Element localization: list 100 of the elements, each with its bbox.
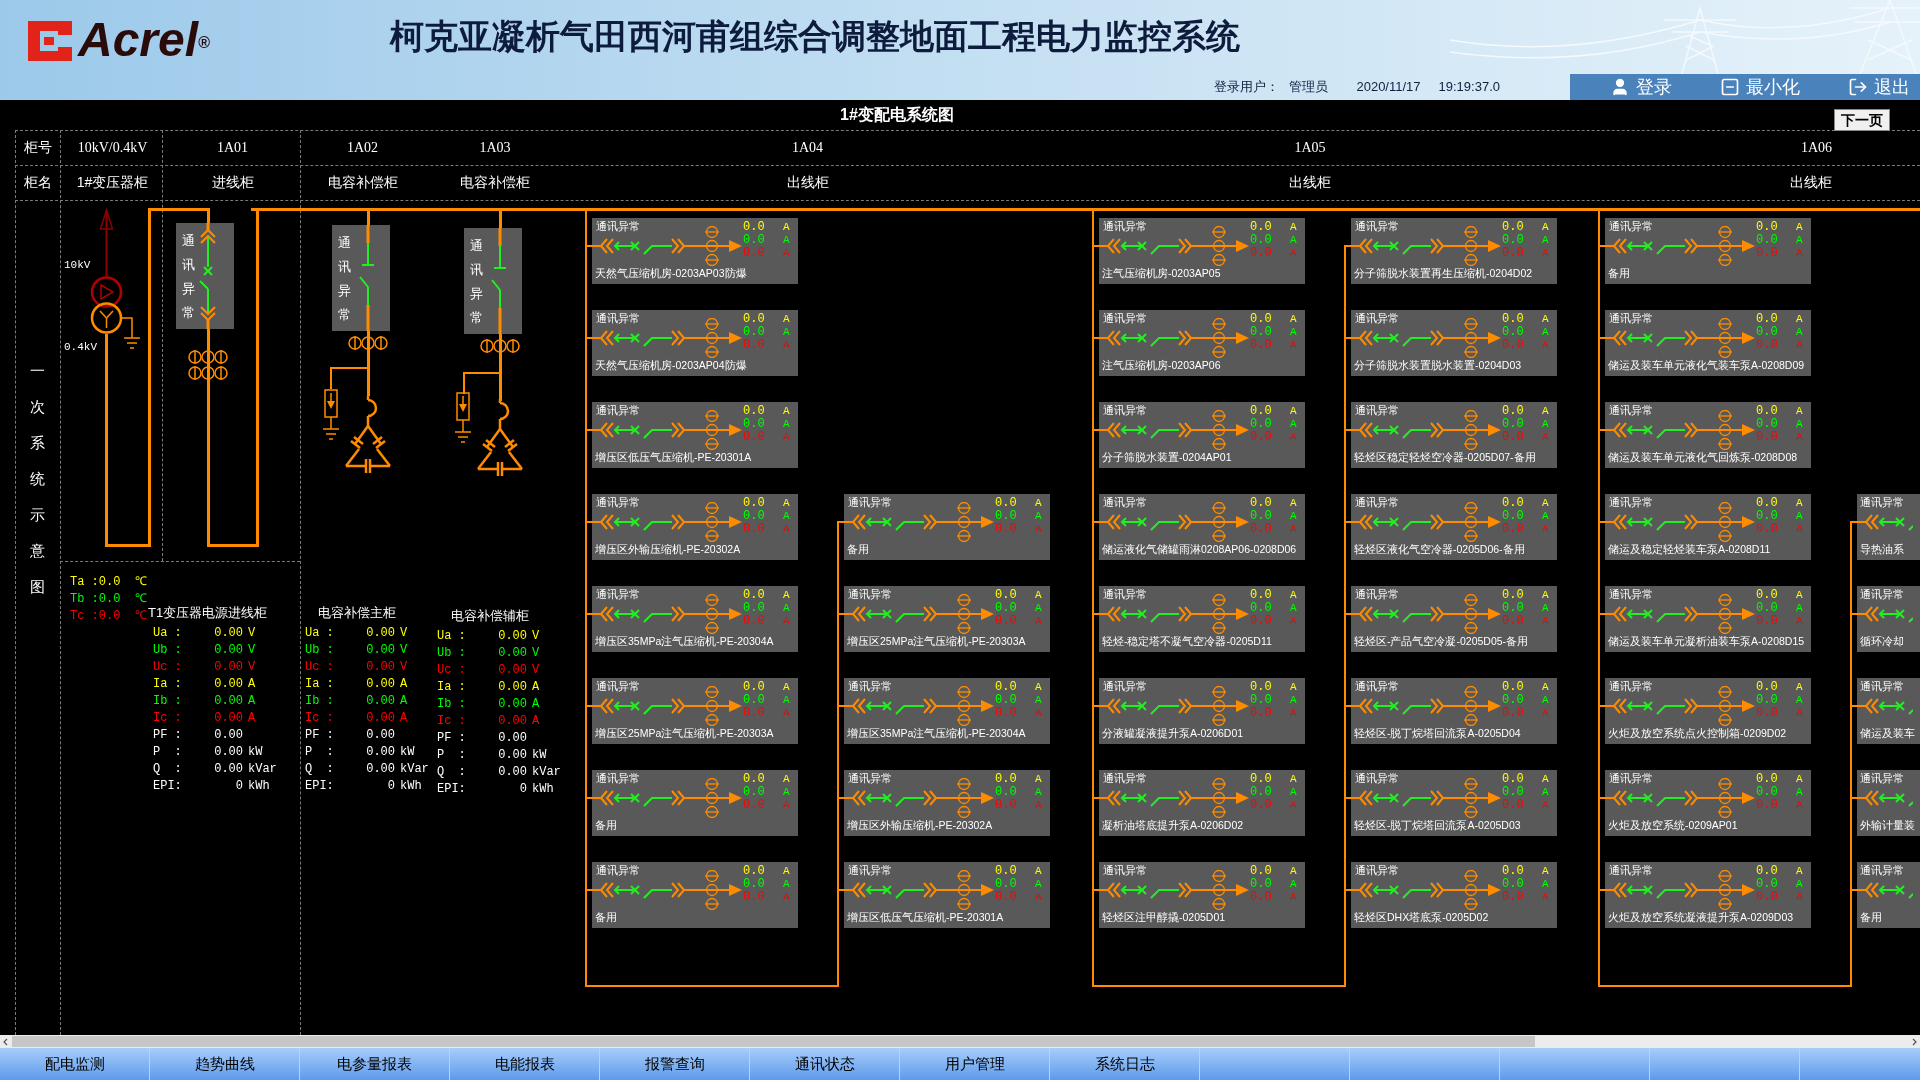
unit-label: A [783,891,790,904]
current-value: 0.0 [743,497,766,510]
next-page-button[interactable]: 下一页 [1834,109,1890,131]
unit-label: A [1290,313,1297,326]
meter-label: P : [153,744,183,761]
current-transformer-icon [1211,318,1227,358]
meter-value: 0.00 [213,710,243,727]
status-text: 通讯异常 [596,587,640,601]
current-value: 0.0 [1502,694,1525,707]
current-value: 0.0 [995,615,1018,628]
nav-tab[interactable]: 报警查询 [600,1048,750,1080]
current-value: 0.0 [1502,418,1525,431]
unit-label: A [1290,405,1297,418]
cabinet-number: 1A03 [479,139,511,157]
nav-tab[interactable]: 系统日志 [1050,1048,1200,1080]
current-value: 0.0 [1250,405,1273,418]
current-value: 0.0 [743,523,766,536]
current-value: 0.0 [995,589,1018,602]
feeder-name: 火炬及放空系统点火控制箱-0209D02 [1608,726,1787,740]
current-value: 0.0 [743,234,766,247]
unit-label: A [1035,891,1042,904]
meter-title: T1变压器电源进线柜 [148,604,269,622]
status-text: 通讯异常 [1355,587,1399,601]
feeder-name: 储运液化气储罐雨淋0208AP06-0208D06 [1102,542,1297,556]
meter-label: Q : [437,764,467,781]
current-value: 0.0 [1250,497,1273,510]
feeder-name: 轻烃区-脱丁烷塔回流泵A-0205D04 [1354,726,1521,740]
nav-tab[interactable]: 电能报表 [450,1048,600,1080]
cabinet-name: 进线柜 [211,173,254,192]
cabinet-name: 出线柜 [1289,173,1331,192]
current-value: 0.0 [1502,878,1525,891]
meter-value: 0.00 [365,625,395,642]
status-text: 通讯异常 [596,403,640,417]
meter-unit: kWh [532,781,554,798]
current-value: 0.0 [1502,234,1525,247]
meter-value: 0.00 [497,747,527,764]
meter-value: 0.00 [213,659,243,676]
current-value: 0.0 [743,891,766,904]
current-transformer-icon [1463,594,1479,634]
feeder-name: 增压区35MPa注气压缩机-PE-20304A [595,634,774,648]
current-value: 0.0 [1250,799,1273,812]
unit-label: A [1290,418,1297,431]
nav-tab[interactable]: 配电监测 [0,1048,150,1080]
current-value: 0.0 [1502,497,1525,510]
scrollbar-thumb[interactable] [12,1036,1535,1047]
current-transformer-icon [704,686,720,726]
feeder-name: 储运及装车单元凝析油装车泵A-0208D15 [1608,634,1805,648]
meter-label: P : [437,747,467,764]
feeder-name: 注气压缩机房-0203AP05 [1102,266,1221,280]
unit-label: A [1290,878,1297,891]
current-value: 0.0 [1756,694,1779,707]
cabinet-name: 电容补偿柜 [327,173,398,192]
header-action-button[interactable]: 退出 [1848,76,1910,98]
current-transformer-icon [704,594,720,634]
status-text: 通讯异常 [1355,679,1399,693]
header-action-button[interactable]: 最小化 [1720,76,1800,98]
unit-label: A [1796,865,1803,878]
meter-title: 电容补偿主柜 [318,604,397,622]
current-value: 0.0 [1756,510,1779,523]
meter-label: Ia : [305,676,335,693]
meter-label: Ia : [437,679,467,696]
unit-label: A [783,313,790,326]
meter-label: PF : [153,727,183,744]
unit-label: A [783,878,790,891]
cabinet-name: 出线柜 [1790,173,1832,192]
feeder-name: 备用 [1608,266,1630,280]
unit-label: A [1035,786,1042,799]
wire [367,208,370,226]
current-value: 0.0 [1756,589,1779,602]
side-label: 一次系统示意图 [30,361,45,597]
unit-label: A [1542,865,1549,878]
nav-tab[interactable]: 趋势曲线 [150,1048,300,1080]
horizontal-scrollbar[interactable] [0,1035,1920,1048]
current-value: 0.0 [1756,865,1779,878]
current-value: 0.0 [743,602,766,615]
current-value: 0.0 [1502,786,1525,799]
nav-tab[interactable]: 电参量报表 [300,1048,450,1080]
ground-icon [121,314,143,350]
current-transformer-icon [956,502,972,542]
unit-label: A [1290,891,1297,904]
meter-unit: V [400,625,408,642]
current-value: 0.0 [1756,326,1779,339]
header-action-button[interactable]: 登录 [1610,76,1672,98]
current-value: 0.0 [1756,799,1779,812]
unit-label: A [1035,707,1042,720]
unit-label: A [1796,589,1803,602]
nav-tab[interactable]: 通讯状态 [750,1048,900,1080]
meter-title: 电容补偿辅柜 [451,607,530,625]
meter-label: P : [305,744,335,761]
status-text: 通讯异常 [338,234,351,324]
surge-arrester-icon [322,389,340,443]
status-text: 通讯异常 [1103,863,1147,877]
logo-text: Acrel$^{®}$ [78,12,210,68]
nav-tab[interactable]: 用户管理 [900,1048,1050,1080]
unit-label: A [783,707,790,720]
current-transformer-icon [1463,778,1479,818]
current-transformer-icon [704,778,720,818]
unit-label: A [1542,497,1549,510]
current-value: 0.0 [1250,221,1273,234]
current-value: 0.0 [1756,523,1779,536]
